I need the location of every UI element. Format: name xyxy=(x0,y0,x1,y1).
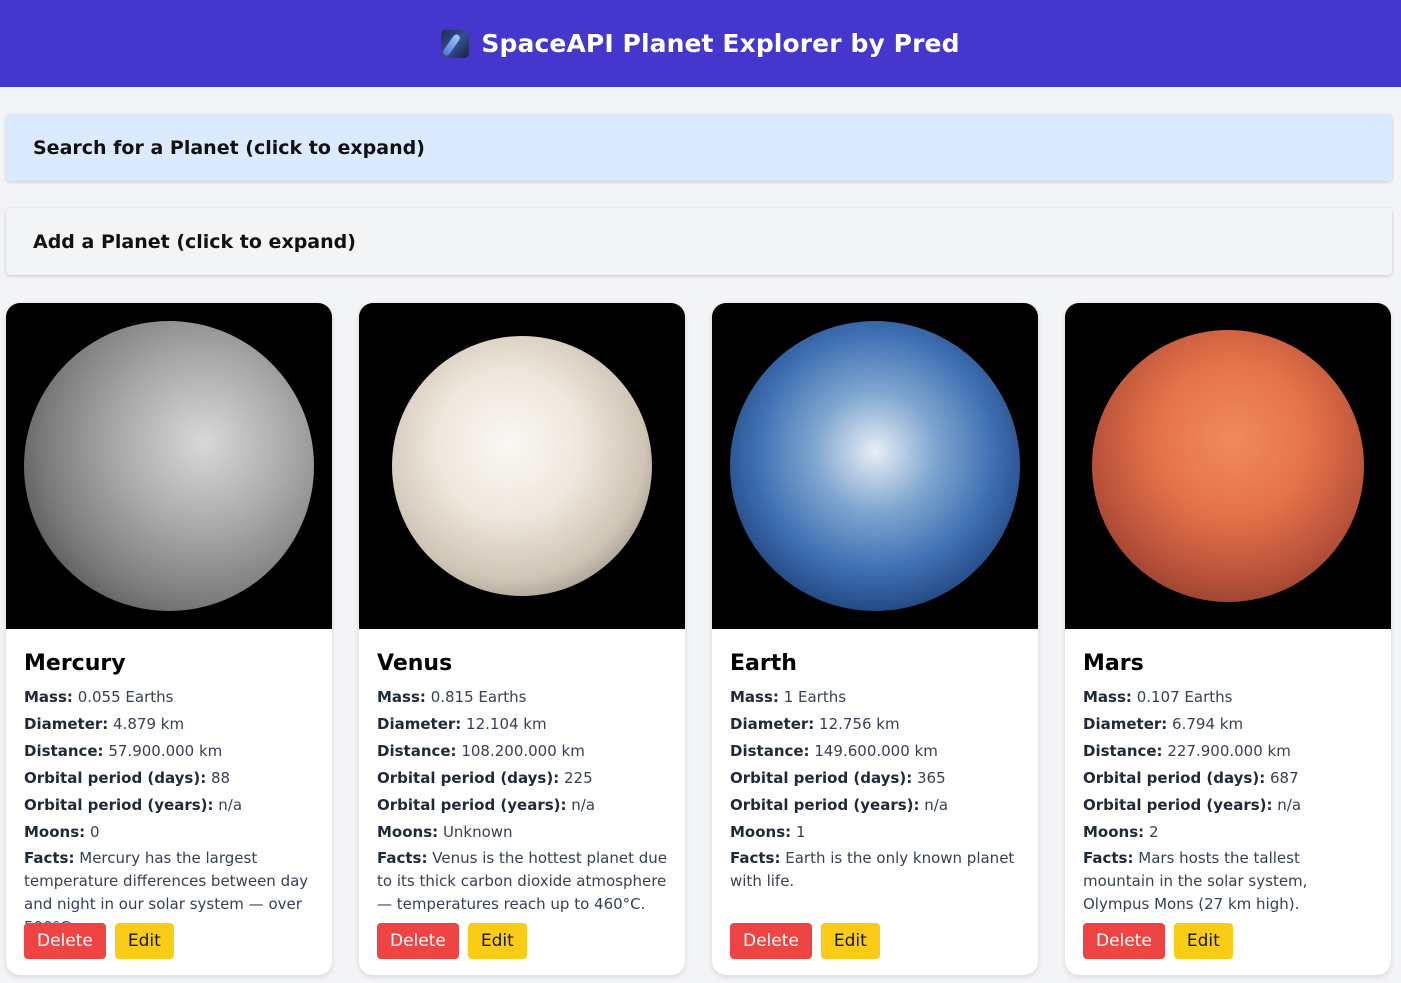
delete-button[interactable]: Delete xyxy=(1083,923,1165,959)
planet-diameter: Diameter: 12.104 km xyxy=(377,715,547,733)
delete-button[interactable]: Delete xyxy=(24,923,106,959)
planet-facts: Facts: Venus is the hottest planet due t… xyxy=(377,849,667,913)
planet-image xyxy=(359,303,685,629)
planet-mass: Mass: 0.815 Earths xyxy=(377,688,527,706)
planet-orbital-days: Orbital period (days): 365 xyxy=(730,769,946,787)
planet-grid: Mercury Mass: 0.055 Earths Diameter: 4.8… xyxy=(0,303,1401,975)
edit-button[interactable]: Edit xyxy=(467,923,527,959)
planet-mass: Mass: 1 Earths xyxy=(730,688,847,706)
venus-image xyxy=(392,336,652,596)
planet-orbital-years: Orbital period (years): n/a xyxy=(1083,796,1302,814)
planet-moons: Moons: 1 xyxy=(730,823,806,841)
search-planet-panel[interactable]: Search for a Planet (click to expand) xyxy=(6,114,1392,181)
mercury-image xyxy=(24,321,314,611)
planet-mass: Mass: 0.055 Earths xyxy=(24,688,174,706)
add-planet-panel-label: Add a Planet (click to expand) xyxy=(33,230,356,253)
planet-card-venus: Venus Mass: 0.815 Earths Diameter: 12.10… xyxy=(359,303,685,975)
planet-facts: Facts: Mars hosts the tallest mountain i… xyxy=(1083,849,1308,913)
planet-name: Earth xyxy=(730,651,797,676)
planet-moons: Moons: 0 xyxy=(24,823,100,841)
edit-button[interactable]: Edit xyxy=(820,923,880,959)
planet-orbital-days: Orbital period (days): 687 xyxy=(1083,769,1299,787)
planet-image xyxy=(712,303,1038,629)
delete-button[interactable]: Delete xyxy=(377,923,459,959)
planet-image xyxy=(1065,303,1391,629)
edit-button[interactable]: Edit xyxy=(114,923,174,959)
planet-image xyxy=(6,303,332,629)
earth-image xyxy=(730,321,1020,611)
add-planet-panel[interactable]: Add a Planet (click to expand) xyxy=(6,208,1392,275)
planet-card-mars: Mars Mass: 0.107 Earths Diameter: 6.794 … xyxy=(1065,303,1391,975)
planet-card-mercury: Mercury Mass: 0.055 Earths Diameter: 4.8… xyxy=(6,303,332,975)
app-header: SpaceAPI Planet Explorer by Pred xyxy=(0,0,1401,87)
planet-orbital-years: Orbital period (years): n/a xyxy=(24,796,243,814)
planet-name: Venus xyxy=(377,651,453,676)
planet-mass: Mass: 0.107 Earths xyxy=(1083,688,1233,706)
edit-button[interactable]: Edit xyxy=(1173,923,1233,959)
comet-icon xyxy=(441,29,470,58)
planet-orbital-days: Orbital period (days): 225 xyxy=(377,769,593,787)
mars-image xyxy=(1092,330,1364,602)
planet-distance: Distance: 108.200.000 km xyxy=(377,742,585,760)
planet-distance: Distance: 57.900.000 km xyxy=(24,742,223,760)
search-planet-panel-label: Search for a Planet (click to expand) xyxy=(33,136,425,159)
delete-button[interactable]: Delete xyxy=(730,923,812,959)
page-title: SpaceAPI Planet Explorer by Pred xyxy=(481,29,960,58)
planet-diameter: Diameter: 4.879 km xyxy=(24,715,185,733)
planet-distance: Distance: 149.600.000 km xyxy=(730,742,938,760)
planet-name: Mercury xyxy=(24,651,126,676)
planet-card-earth: Earth Mass: 1 Earths Diameter: 12.756 km… xyxy=(712,303,1038,975)
planet-moons: Moons: Unknown xyxy=(377,823,513,841)
planet-orbital-days: Orbital period (days): 88 xyxy=(24,769,231,787)
planet-name: Mars xyxy=(1083,651,1144,676)
planet-facts: Facts: Earth is the only known planet wi… xyxy=(730,849,1015,890)
planet-diameter: Diameter: 6.794 km xyxy=(1083,715,1244,733)
planet-orbital-years: Orbital period (years): n/a xyxy=(377,796,596,814)
planet-distance: Distance: 227.900.000 km xyxy=(1083,742,1291,760)
planet-facts: Facts: Mercury has the largest temperatu… xyxy=(24,849,309,936)
planet-diameter: Diameter: 12.756 km xyxy=(730,715,900,733)
planet-orbital-years: Orbital period (years): n/a xyxy=(730,796,949,814)
planet-moons: Moons: 2 xyxy=(1083,823,1159,841)
